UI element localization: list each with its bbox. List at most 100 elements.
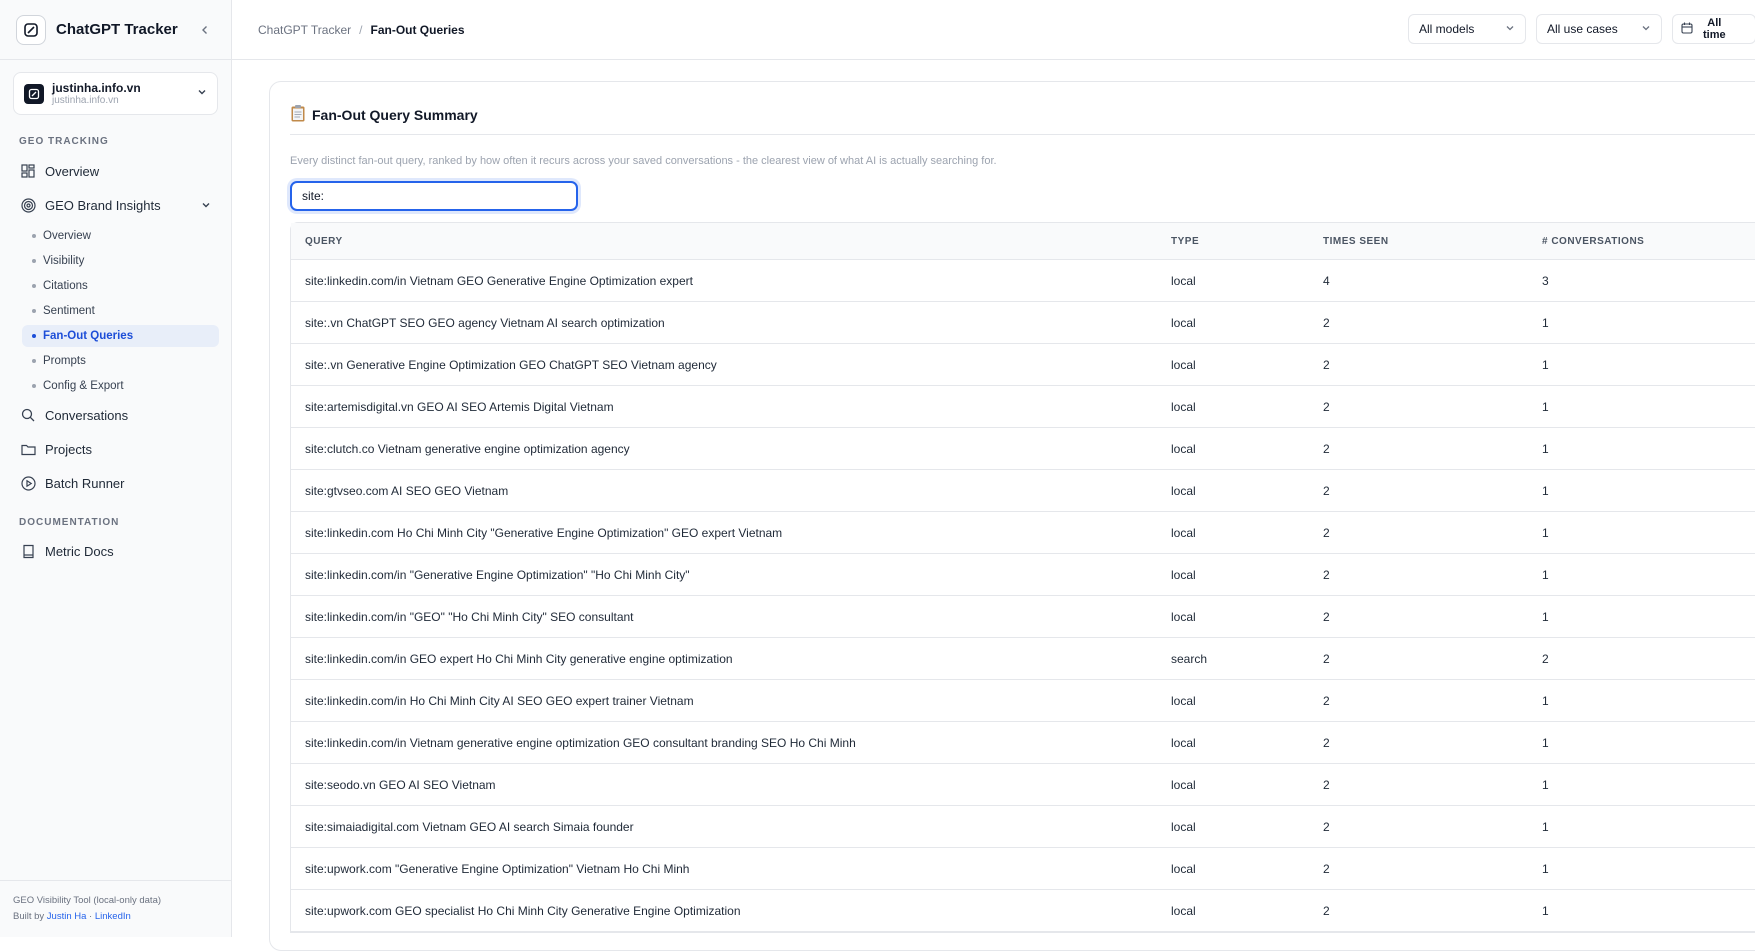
sidebar-item-label: Batch Runner: [45, 475, 125, 491]
table-row[interactable]: site:linkedin.com/in GEO expert Ho Chi M…: [291, 638, 1755, 680]
author-link[interactable]: Justin Ha: [47, 911, 87, 922]
model-filter-select[interactable]: All models: [1408, 14, 1526, 44]
cell-times-seen: 2: [1323, 819, 1330, 834]
cell-conversations: 1: [1542, 777, 1549, 792]
time-range-button[interactable]: All time: [1672, 14, 1755, 44]
sidebar-item-batch-runner[interactable]: Batch Runner: [0, 469, 231, 497]
cell-times-seen: 2: [1323, 525, 1330, 540]
filter-bar: All models All use cases All time: [1408, 14, 1755, 44]
column-header-conversations[interactable]: # CONVERSATIONS: [1542, 236, 1755, 247]
bullet-icon: [32, 334, 36, 338]
breadcrumb-current: Fan-Out Queries: [370, 22, 465, 37]
table-row[interactable]: site:linkedin.com Ho Chi Minh City "Gene…: [291, 512, 1755, 554]
book-icon: [20, 543, 36, 559]
subnav-config-export[interactable]: Config & Export: [22, 375, 219, 397]
cell-conversations: 2: [1542, 651, 1549, 666]
column-header-times-seen[interactable]: TIMES SEEN: [1323, 236, 1542, 247]
collapse-sidebar-icon[interactable]: [195, 20, 215, 40]
table-row[interactable]: site:.vn Generative Engine Optimization …: [291, 344, 1755, 386]
subnav-label: Citations: [43, 280, 88, 292]
table-row[interactable]: site:seodo.vn GEO AI SEO Vietnam local 2 1: [291, 764, 1755, 806]
table-row[interactable]: site:simaiadigital.com Vietnam GEO AI se…: [291, 806, 1755, 848]
subnav-citations[interactable]: Citations: [22, 275, 219, 297]
top-bar: ChatGPT Tracker / Fan-Out Queries All mo…: [232, 0, 1755, 60]
table-row[interactable]: site:upwork.com GEO specialist Ho Chi Mi…: [291, 890, 1755, 932]
linkedin-link[interactable]: LinkedIn: [95, 911, 131, 922]
table-row[interactable]: site:clutch.co Vietnam generative engine…: [291, 428, 1755, 470]
sidebar-item-label: GEO Brand Insights: [45, 197, 161, 213]
cell-times-seen: 2: [1323, 651, 1330, 666]
cell-conversations: 1: [1542, 693, 1549, 708]
footer-built-by: Built by: [13, 911, 45, 922]
workspace-switcher[interactable]: justinha.info.vn justinha.info.vn: [13, 72, 218, 115]
cell-times-seen: 2: [1323, 357, 1330, 372]
sidebar-item-geo-brand-insights[interactable]: GEO Brand Insights: [0, 191, 231, 219]
table-row[interactable]: site:.vn ChatGPT SEO GEO agency Vietnam …: [291, 302, 1755, 344]
table-header: QUERY TYPE TIMES SEEN # CONVERSATIONS: [291, 223, 1755, 260]
sidebar-item-projects[interactable]: Projects: [0, 435, 231, 463]
subnav-prompts[interactable]: Prompts: [22, 350, 219, 372]
cell-type: local: [1171, 861, 1196, 876]
subnav-fan-out-queries[interactable]: Fan-Out Queries: [22, 325, 219, 347]
play-circle-icon: [20, 475, 36, 491]
sidebar-item-metric-docs[interactable]: Metric Docs: [0, 537, 231, 565]
sidebar-item-label: Overview: [45, 163, 100, 179]
cell-type: local: [1171, 357, 1196, 372]
chevron-down-icon: [197, 87, 207, 100]
table-row[interactable]: site:upwork.com "Generative Engine Optim…: [291, 848, 1755, 890]
bullet-icon: [32, 384, 36, 388]
subnav-visibility[interactable]: Visibility: [22, 250, 219, 272]
table-row[interactable]: site:linkedin.com/in Ho Chi Minh City AI…: [291, 680, 1755, 722]
table-row[interactable]: site:linkedin.com/in "GEO" "Ho Chi Minh …: [291, 596, 1755, 638]
target-icon: [20, 197, 36, 213]
bullet-icon: [32, 309, 36, 313]
card-title-text: Fan-Out Query Summary: [312, 106, 478, 123]
cell-conversations: 1: [1542, 357, 1549, 372]
table-row[interactable]: site:artemisdigital.vn GEO AI SEO Artemi…: [291, 386, 1755, 428]
cell-query: site:linkedin.com Ho Chi Minh City "Gene…: [305, 525, 783, 540]
cell-query: site:.vn ChatGPT SEO GEO agency Vietnam …: [305, 315, 665, 330]
cell-times-seen: 2: [1323, 735, 1330, 750]
time-range-line1: All: [1707, 17, 1722, 29]
cell-query: site:linkedin.com/in "Generative Engine …: [305, 567, 690, 582]
cell-times-seen: 2: [1323, 399, 1330, 414]
cell-type: local: [1171, 777, 1196, 792]
use-case-filter-select[interactable]: All use cases: [1536, 14, 1662, 44]
bullet-icon: [32, 284, 36, 288]
time-range-label: All time: [1703, 17, 1726, 41]
sidebar: ChatGPT Tracker justinha.info.vn justinh…: [0, 0, 232, 937]
cell-conversations: 1: [1542, 819, 1549, 834]
dashboard-icon: [20, 163, 36, 179]
search-icon: [20, 407, 36, 423]
sidebar-item-overview[interactable]: Overview: [0, 157, 231, 185]
cell-query: site:gtvseo.com AI SEO GEO Vietnam: [305, 483, 509, 498]
cell-times-seen: 2: [1323, 693, 1330, 708]
table-row[interactable]: site:linkedin.com/in Vietnam GEO Generat…: [291, 260, 1755, 302]
breadcrumb-root[interactable]: ChatGPT Tracker: [258, 23, 351, 37]
subnav-label: Config & Export: [43, 380, 124, 392]
query-filter-input[interactable]: [290, 181, 578, 211]
sidebar-item-conversations[interactable]: Conversations: [0, 401, 231, 429]
cell-query: site:clutch.co Vietnam generative engine…: [305, 441, 630, 456]
cell-query: site:linkedin.com/in "GEO" "Ho Chi Minh …: [305, 609, 634, 624]
card-description: Every distinct fan-out query, ranked by …: [290, 155, 997, 167]
cell-query: site:linkedin.com/in Vietnam GEO Generat…: [305, 273, 693, 288]
column-header-type[interactable]: TYPE: [1171, 236, 1323, 247]
table-row[interactable]: site:gtvseo.com AI SEO GEO Vietnam local 2…: [291, 470, 1755, 512]
subnav-label: Prompts: [43, 355, 86, 367]
cell-times-seen: 2: [1323, 441, 1330, 456]
brand-insights-submenu: Overview Visibility Citations Sentiment …: [0, 225, 231, 397]
app-logo-icon: [16, 14, 46, 45]
cell-conversations: 1: [1542, 441, 1549, 456]
subnav-sentiment[interactable]: Sentiment: [22, 300, 219, 322]
cell-type: local: [1171, 735, 1196, 750]
subnav-overview[interactable]: Overview: [22, 225, 219, 247]
cell-conversations: 1: [1542, 483, 1549, 498]
cell-query: site:artemisdigital.vn GEO AI SEO Artemi…: [305, 399, 614, 414]
cell-query: site:seodo.vn GEO AI SEO Vietnam: [305, 777, 496, 792]
subnav-label: Sentiment: [43, 305, 95, 317]
divider: [290, 134, 1755, 135]
table-row[interactable]: site:linkedin.com/in "Generative Engine …: [291, 554, 1755, 596]
table-row[interactable]: site:linkedin.com/in Vietnam generative …: [291, 722, 1755, 764]
column-header-query[interactable]: QUERY: [291, 236, 1171, 247]
